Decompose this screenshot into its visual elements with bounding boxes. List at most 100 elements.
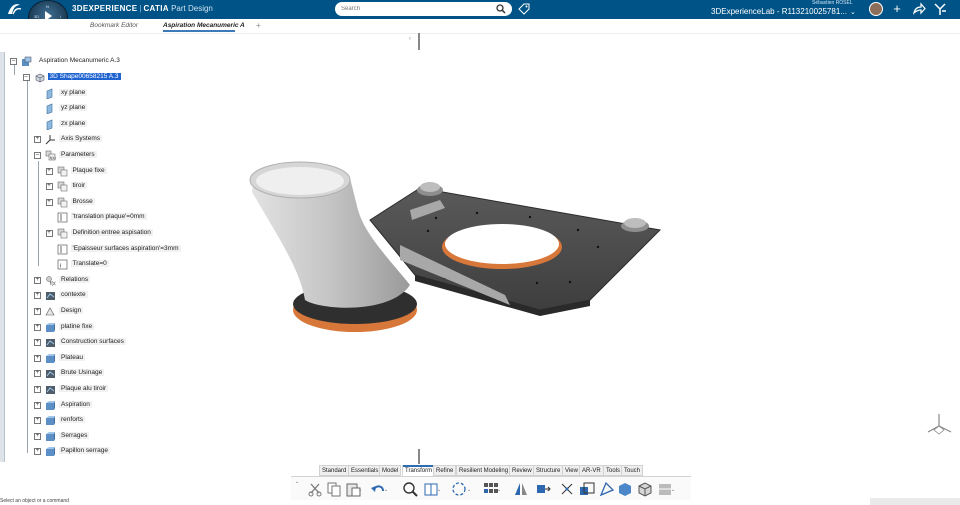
tag-icon[interactable] bbox=[518, 3, 530, 15]
platform-selector[interactable]: 3DExperienceLab - R113210025781... ⌄ bbox=[711, 7, 856, 16]
tab-resilient-modeling[interactable]: Resilient Modeling bbox=[456, 465, 512, 476]
app-title: 3DEXPERIENCE | CATIA Part Design bbox=[72, 4, 213, 13]
tree-item-label: Brute Usinage bbox=[59, 369, 105, 377]
expand-icon[interactable]: + bbox=[34, 354, 41, 362]
tree-item-label: 'Epaisseur surfaces aspiration'=3mm bbox=[70, 244, 181, 252]
body-icon bbox=[45, 353, 56, 364]
expand-icon[interactable]: + bbox=[45, 230, 53, 237]
tree-root-label: Aspiration Mecanumeric A.3 bbox=[39, 57, 120, 64]
tab-transform[interactable]: Transform bbox=[402, 465, 436, 476]
tree-item-label: Parameters bbox=[59, 151, 97, 158]
geoset-icon bbox=[45, 368, 56, 379]
affinity-icon[interactable] bbox=[599, 481, 615, 497]
expand-icon[interactable]: + bbox=[34, 401, 41, 409]
action-bar: Standard Essentials Model Transform Refine Re… bbox=[291, 464, 691, 500]
collapse-panel-icon[interactable]: ‹ bbox=[409, 36, 411, 42]
expand-icon[interactable]: + bbox=[34, 292, 41, 300]
3d-viewport-model[interactable] bbox=[240, 150, 680, 350]
search-input[interactable] bbox=[341, 3, 491, 15]
join-icon[interactable] bbox=[637, 481, 653, 497]
chevron-down-icon[interactable]: ⌄ bbox=[437, 487, 441, 493]
body-icon bbox=[45, 322, 56, 333]
expand-icon[interactable]: + bbox=[34, 276, 41, 284]
tab-model[interactable]: Model bbox=[379, 465, 402, 476]
integer-param-icon: i bbox=[57, 259, 68, 270]
expand-icon[interactable]: + bbox=[34, 323, 41, 331]
tab-review[interactable]: Review bbox=[509, 465, 535, 476]
body-icon bbox=[45, 446, 56, 457]
expand-icon[interactable]: + bbox=[34, 386, 41, 393]
expand-icon[interactable]: + bbox=[45, 183, 53, 191]
cut-icon[interactable] bbox=[307, 481, 323, 497]
expand-icon[interactable]: + bbox=[34, 417, 41, 425]
chevron-down-icon[interactable]: ⌄ bbox=[467, 487, 471, 493]
expand-icon[interactable]: + bbox=[34, 370, 41, 378]
tab-essentials[interactable]: Essentials bbox=[348, 465, 382, 476]
tab-ar-vr[interactable]: AR-VR bbox=[579, 465, 604, 476]
scale-icon[interactable] bbox=[579, 481, 595, 497]
add-tab-icon[interactable]: + bbox=[256, 21, 261, 30]
tab-structure[interactable]: Structure bbox=[533, 465, 564, 476]
length-param-icon bbox=[57, 212, 68, 223]
geoset-icon bbox=[45, 337, 56, 348]
tree-item-label: 'translation plaque'=0mm bbox=[70, 213, 147, 221]
tree-item-label: Brosse bbox=[70, 197, 95, 205]
brand-name: 3DEXPERIENCE bbox=[72, 4, 138, 13]
body-icon bbox=[45, 415, 56, 426]
share-icon[interactable] bbox=[912, 2, 926, 16]
chevron-down-icon[interactable]: ⌄ bbox=[358, 487, 362, 493]
tree-item-label: contexte bbox=[59, 291, 88, 299]
copy-icon[interactable] bbox=[326, 481, 342, 497]
avatar[interactable] bbox=[869, 2, 883, 16]
expand-icon[interactable]: + bbox=[34, 339, 41, 347]
geoset-icon bbox=[45, 384, 56, 395]
chevron-down-icon[interactable]: ⌄ bbox=[497, 487, 501, 493]
tab-standard[interactable]: Standard bbox=[319, 465, 350, 476]
tree-item-label: Relations bbox=[59, 275, 91, 283]
axis-transform-icon[interactable] bbox=[559, 481, 575, 497]
search-icon[interactable] bbox=[496, 4, 506, 14]
tab-aspiration[interactable]: Aspiration Mecanumeric A bbox=[163, 22, 245, 32]
rotate-icon[interactable] bbox=[451, 481, 467, 497]
panel-splitter[interactable] bbox=[418, 33, 420, 50]
parameter-set-icon bbox=[57, 181, 68, 192]
expand-icon[interactable]: + bbox=[45, 167, 53, 175]
status-bar: Select an object or a command bbox=[0, 498, 700, 505]
chevron-down-icon: ⌄ bbox=[849, 9, 856, 16]
user-name: Sébastien ROSEL bbox=[812, 0, 853, 6]
chevron-down-icon[interactable]: ⌄ bbox=[671, 487, 675, 493]
mirror-icon[interactable] bbox=[513, 481, 529, 497]
tree-item-label: Plaque fixe bbox=[70, 166, 107, 174]
expand-icon[interactable]: + bbox=[45, 198, 53, 206]
search-box[interactable] bbox=[335, 2, 512, 16]
chevron-down-icon[interactable]: ⌄ bbox=[295, 479, 299, 485]
compass-community-icon[interactable] bbox=[933, 2, 947, 16]
plane-icon bbox=[45, 119, 56, 131]
expand-icon[interactable]: + bbox=[34, 308, 41, 315]
app-name: Part Design bbox=[171, 4, 213, 13]
expand-icon[interactable]: + bbox=[34, 136, 41, 144]
collapse-icon[interactable]: – bbox=[34, 152, 41, 159]
tree-item-label: platine fixe bbox=[59, 322, 95, 330]
add-icon[interactable]: + bbox=[890, 2, 904, 16]
tree-item-label: Plaque alu tiroir bbox=[59, 385, 109, 392]
parameter-set-icon bbox=[57, 228, 68, 239]
axis-robot-icon[interactable] bbox=[924, 410, 954, 440]
body-icon bbox=[45, 400, 56, 411]
expand-icon[interactable]: + bbox=[34, 432, 41, 440]
tab-refine[interactable]: Refine bbox=[433, 465, 457, 476]
tab-tools[interactable]: Tools bbox=[603, 465, 624, 476]
extract-icon[interactable] bbox=[617, 481, 633, 497]
chevron-down-icon[interactable]: ⌄ bbox=[384, 487, 388, 493]
tree-item-label: Construction surfaces bbox=[59, 338, 126, 346]
expand-icon[interactable]: + bbox=[34, 448, 41, 456]
collapse-icon[interactable]: – bbox=[10, 58, 17, 65]
tab-bookmark-editor[interactable]: Bookmark Editor bbox=[90, 22, 138, 29]
zoom-icon[interactable] bbox=[402, 481, 418, 497]
length-param-icon bbox=[57, 244, 68, 255]
plane-icon bbox=[45, 103, 56, 115]
chevron-down-icon[interactable]: ⌄ bbox=[546, 487, 550, 493]
tab-touch[interactable]: Touch bbox=[621, 465, 644, 476]
collapse-icon[interactable]: – bbox=[22, 74, 30, 81]
ds-logo-icon bbox=[6, 2, 22, 16]
